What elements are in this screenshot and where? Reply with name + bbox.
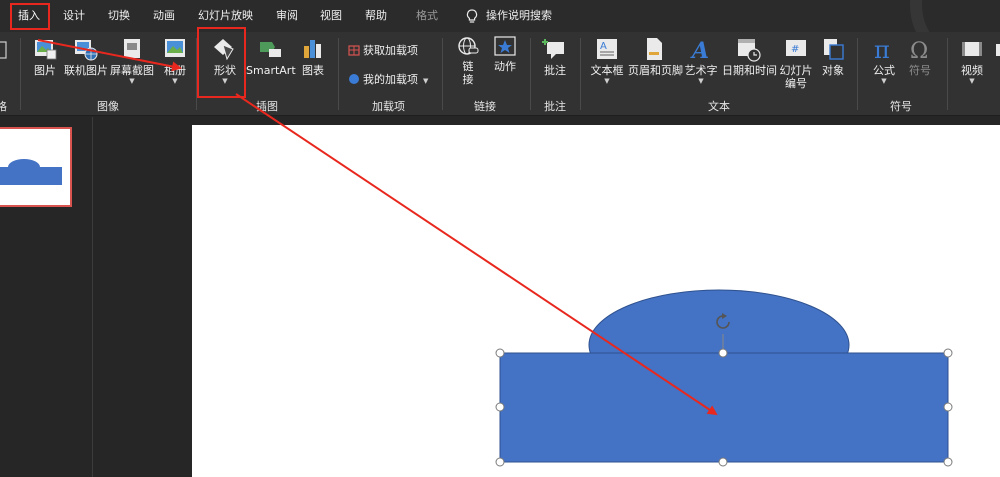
annotation-box-insert-tab	[10, 3, 50, 30]
annotation-arrow-shapes-to-slide	[235, 93, 718, 416]
annotation-box-shapes-button	[197, 27, 246, 98]
annotation-arrow-tab-to-shapes	[37, 39, 182, 72]
rectangle-shape[interactable]	[499, 352, 949, 463]
slide-shapes-overlay	[37, 39, 953, 467]
powerpoint-window: 插入 设计 切换 动画 幻灯片放映 审阅 视图 帮助 格式 操作说明搜索 格 图…	[0, 0, 1000, 477]
